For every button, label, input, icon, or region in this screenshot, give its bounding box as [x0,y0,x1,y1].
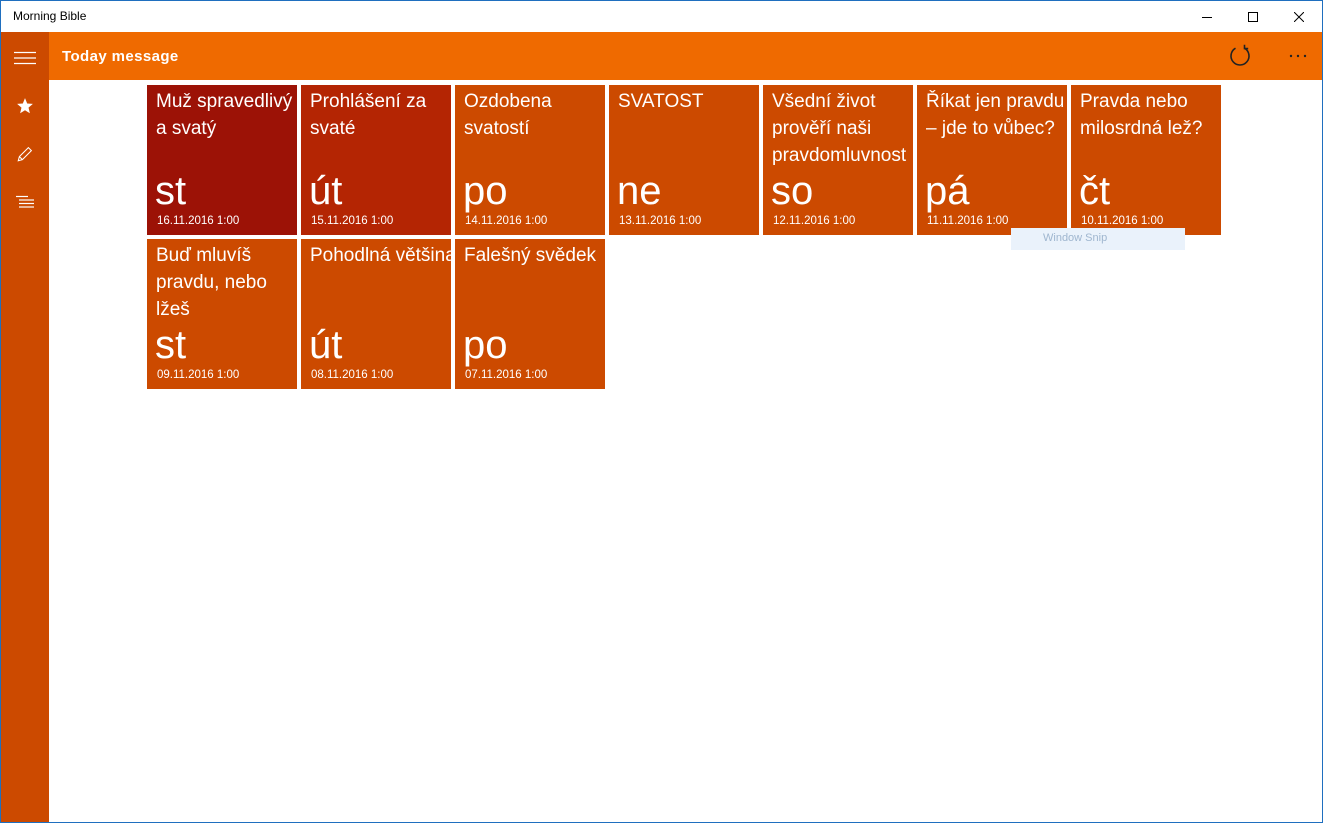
star-icon [17,98,33,114]
pencil-icon [17,146,33,162]
tile-title: Pravda nebo milosrdná lež? [1080,91,1203,139]
app-title: Morning Bible [13,9,87,23]
minimize-icon [1202,16,1212,18]
tile-title: Pohodlná většina [310,245,451,266]
message-tile[interactable]: Říkat jen pravdu – jde to vůbec? pá 11.11.… [917,85,1067,235]
list-icon [16,195,34,208]
tile-date: 16.11.2016 1:00 [157,215,240,227]
tile-date: 07.11.2016 1:00 [465,369,548,381]
tile-date: 15.11.2016 1:00 [311,215,394,227]
more-options-button[interactable] [1274,32,1322,80]
sidebar-item-favorites[interactable] [1,82,49,130]
tile-day: ne [617,169,662,213]
tile-day: st [155,323,187,367]
more-icon [1289,54,1307,58]
tile-title: Říkat jen pravdu – jde to vůbec? [926,91,1065,139]
hamburger-menu-button[interactable] [1,34,49,82]
minimize-button[interactable] [1184,1,1230,32]
tile-title: Ozdobena svatostí [464,91,552,139]
message-tile[interactable]: Pravda nebo milosrdná lež? čt 10.11.2016 1… [1071,85,1221,235]
tile-title: Prohlášení za svaté [310,91,427,139]
header-bar: Today message [49,32,1322,80]
tile-day: út [309,323,343,367]
page-title: Today message [62,48,179,65]
message-tile[interactable]: Falešný svědek po 07.11.2016 1:00 [455,239,605,389]
message-tile[interactable]: Všední život prověří naši pravdomluvnost… [763,85,913,235]
maximize-icon [1248,11,1258,22]
tile-date: 13.11.2016 1:00 [619,215,702,227]
maximize-button[interactable] [1230,1,1276,32]
tile-date: 08.11.2016 1:00 [311,369,394,381]
sidebar [1,32,49,822]
tile-day: po [463,323,508,367]
message-tile[interactable]: Muž spravedlivý a svatý st 16.11.2016 1:00 [147,85,297,235]
message-tile[interactable]: Ozdobena svatostí po 14.11.2016 1:00 [455,85,605,235]
tile-day: po [463,169,508,213]
tile-date: 14.11.2016 1:00 [465,215,548,227]
message-tile[interactable]: Pohodlná většina út 08.11.2016 1:00 [301,239,451,389]
tile-date: 11.11.2016 1:00 [927,215,1009,227]
tile-date: 12.11.2016 1:00 [773,215,856,227]
refresh-button[interactable] [1216,32,1264,80]
hamburger-menu-icon [14,51,36,65]
tile-title: Falešný svědek [464,245,597,266]
refresh-icon [1230,44,1250,66]
tile-date: 10.11.2016 1:00 [1081,215,1164,227]
tile-title: Muž spravedlivý a svatý [156,91,293,139]
tile-title: Všední život prověří naši pravdomluvnost [772,91,907,166]
window-snip-tooltip: Window Snip [1011,228,1185,250]
sidebar-item-list[interactable] [1,178,49,226]
message-tile[interactable]: SVATOST ne 13.11.2016 1:00 [609,85,759,235]
title-bar: Morning Bible [1,1,1322,32]
close-button[interactable] [1276,1,1322,32]
tile-title: SVATOST [618,91,704,112]
tile-day: so [771,169,814,213]
tile-day: pá [925,169,970,213]
tile-day: út [309,169,343,213]
message-tile[interactable]: Buď mluvíš pravdu, nebo lžeš st 09.11.2016… [147,239,297,389]
close-icon [1294,11,1304,22]
app-window: Morning Bible Today message Muž spravedl… [0,0,1323,823]
sidebar-item-notes[interactable] [1,130,49,178]
tile-day: čt [1079,169,1111,213]
tile-day: st [155,169,187,213]
tile-date: 09.11.2016 1:00 [157,369,240,381]
message-tile[interactable]: Prohlášení za svaté út 15.11.2016 1:00 [301,85,451,235]
tile-title: Buď mluvíš pravdu, nebo lžeš [156,245,267,320]
